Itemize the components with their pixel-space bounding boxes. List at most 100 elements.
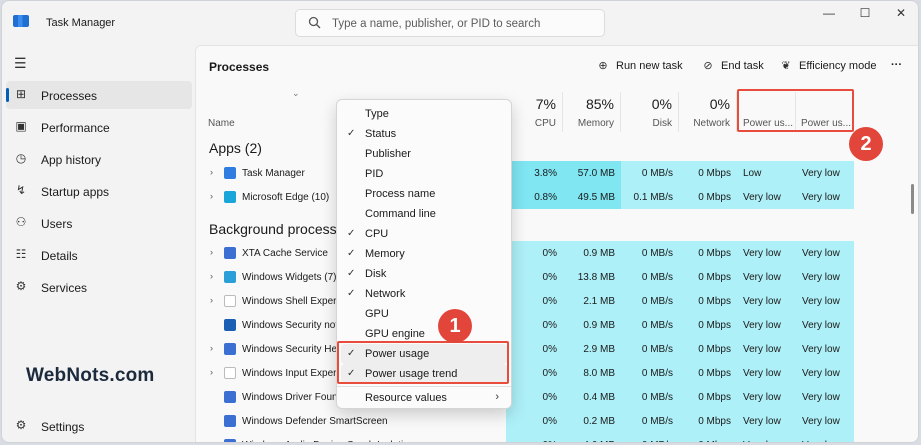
table-row[interactable]: › XTA Cache Service 0% 0.9 MB 0 MB/s 0 Mbps Ve… bbox=[196, 241, 896, 265]
page-title: Processes bbox=[209, 60, 270, 74]
sidebar-item-services[interactable]: ⚙ Services bbox=[6, 273, 192, 301]
cell-memory: 13.8 MB bbox=[563, 265, 621, 289]
menu-item-disk[interactable]: ✓ Disk bbox=[341, 264, 507, 284]
sidebar-item-settings[interactable]: ⚙ Settings bbox=[6, 412, 192, 440]
cell-disk: 0.1 MB/s bbox=[621, 185, 679, 209]
process-name: Windows Security noti bbox=[242, 320, 341, 331]
menu-item-type[interactable]: Type bbox=[341, 104, 507, 124]
column-header-memory[interactable]: 85% Memory bbox=[563, 92, 621, 132]
cell-power: Very low bbox=[737, 433, 796, 442]
menu-item-network[interactable]: ✓ Network bbox=[341, 284, 507, 304]
table-row[interactable]: › Windows Widgets (7) 0% 13.8 MB 0 MB/s 0 Mbp… bbox=[196, 265, 896, 289]
sidebar-item-processes[interactable]: ⊞ Processes bbox=[6, 81, 192, 109]
network-label: Network bbox=[693, 118, 730, 129]
title-bar: Task Manager Type a name, publisher, or … bbox=[2, 1, 918, 45]
cell-cpu: 0% bbox=[506, 241, 563, 265]
menu-item-gpu[interactable]: GPU bbox=[341, 304, 507, 324]
menu-item-label: Resource values bbox=[365, 392, 447, 404]
task-manager-window: Task Manager Type a name, publisher, or … bbox=[1, 0, 919, 443]
end-task-button[interactable]: ⊘ End task bbox=[701, 59, 763, 72]
maximize-button[interactable]: ☐ bbox=[854, 6, 876, 24]
column-header-network[interactable]: 0% Network bbox=[679, 92, 737, 132]
minimize-button[interactable]: — bbox=[818, 6, 840, 24]
watermark-logo: WebNots.com bbox=[26, 365, 155, 386]
cell-cpu: 0.8% bbox=[506, 185, 563, 209]
menu-item-publisher[interactable]: Publisher bbox=[341, 144, 507, 164]
table-row[interactable]: Windows Audio Device Graph Isolati 0%4.6 … bbox=[196, 433, 896, 442]
cell-disk: 0 MB/s bbox=[621, 265, 679, 289]
menu-item-command-line[interactable]: Command line bbox=[341, 204, 507, 224]
menu-separator bbox=[337, 386, 511, 387]
cell-cpu: 0% bbox=[506, 313, 563, 337]
services-icon: ⚙ bbox=[15, 279, 27, 293]
cell-memory: 0.2 MB bbox=[563, 409, 621, 433]
cell-trend: Very low bbox=[796, 361, 854, 385]
efficiency-mode-button[interactable]: ❦ Efficiency mode bbox=[779, 59, 876, 72]
cell-memory: 0.9 MB bbox=[563, 313, 621, 337]
sidebar-item-details[interactable]: ☷ Details bbox=[6, 241, 192, 269]
efficiency-mode-label: Efficiency mode bbox=[799, 60, 877, 72]
sidebar-item-users[interactable]: ⚇ Users bbox=[6, 209, 192, 237]
table-row[interactable]: › Windows Shell Experie 0% 2.1 MB 0 MB/s 0 Mb… bbox=[196, 289, 896, 313]
menu-item-resource-values[interactable]: Resource values › bbox=[341, 388, 507, 408]
expand-chevron-icon[interactable]: › bbox=[210, 295, 213, 305]
checkmark-icon: ✓ bbox=[347, 128, 356, 139]
hamburger-menu-icon[interactable]: ☰ bbox=[14, 55, 27, 72]
menu-item-process-name[interactable]: Process name bbox=[341, 184, 507, 204]
process-name: Windows Input Experie bbox=[242, 368, 345, 379]
search-input[interactable]: Type a name, publisher, or PID to search bbox=[295, 9, 605, 37]
menu-item-status[interactable]: ✓ Status bbox=[341, 124, 507, 144]
table-row[interactable]: › Microsoft Edge (10) 0.8% 49.5 MB 0.1 MB/s 0… bbox=[196, 185, 896, 209]
table-row[interactable]: › Windows Security Hea 0% 2.9 MB 0 MB/s 0 Mbp… bbox=[196, 337, 896, 361]
annotation-badge-1: 1 bbox=[438, 309, 472, 343]
menu-item-cpu[interactable]: ✓ CPU bbox=[341, 224, 507, 244]
checkmark-icon: ✓ bbox=[347, 288, 356, 299]
table-row[interactable]: Windows Security noti 0% 0.9 MB 0 MB/s 0 Mbp… bbox=[196, 313, 896, 337]
blank-icon bbox=[224, 367, 236, 379]
run-new-task-button[interactable]: ⊕ Run new task bbox=[596, 59, 683, 72]
cpu-label: CPU bbox=[534, 118, 556, 129]
app-window-icon bbox=[224, 415, 236, 427]
sort-chevron-icon[interactable]: ⌄ bbox=[292, 88, 300, 99]
cell-memory: 49.5 MB bbox=[563, 185, 621, 209]
menu-item-label: Type bbox=[365, 108, 389, 120]
menu-item-pid[interactable]: PID bbox=[341, 164, 507, 184]
vertical-scrollbar[interactable] bbox=[911, 184, 914, 214]
cell-power: Very low bbox=[737, 337, 796, 361]
column-header-disk[interactable]: 0% Disk bbox=[621, 92, 679, 132]
cell-memory: 4.6 MB bbox=[563, 433, 621, 442]
run-new-task-label: Run new task bbox=[616, 60, 683, 72]
sidebar-item-app-history[interactable]: ◷ App history bbox=[6, 145, 192, 173]
table-row[interactable]: Windows Driver Found 0% 0.4 MB 0 MB/s 0 Mbps… bbox=[196, 385, 896, 409]
process-name: Windows Audio Device Graph Isolati bbox=[242, 440, 403, 442]
close-button[interactable]: ✕ bbox=[890, 6, 912, 24]
sidebar-item-startup-apps[interactable]: ↯ Startup apps bbox=[6, 177, 192, 205]
submenu-chevron-icon: › bbox=[495, 391, 499, 403]
sidebar-item-label: Settings bbox=[41, 420, 85, 434]
expand-chevron-icon[interactable]: › bbox=[210, 167, 213, 177]
column-header-name[interactable]: Name bbox=[208, 118, 235, 129]
app-window-icon bbox=[224, 343, 236, 355]
processes-icon: ⊞ bbox=[15, 87, 27, 101]
table-row[interactable]: Windows Defender SmartScreen 0% 0.2 MB 0 MB… bbox=[196, 409, 896, 433]
process-name: Windows Driver Found bbox=[242, 392, 344, 403]
app-history-icon: ◷ bbox=[15, 151, 27, 165]
expand-chevron-icon[interactable]: › bbox=[210, 271, 213, 281]
cell-network: 0 Mbps bbox=[679, 289, 737, 313]
table-row[interactable]: › Task Manager 3.8% 57.0 MB 0 MB/s 0 Mbps Low V… bbox=[196, 161, 896, 185]
cell-power: Very low bbox=[737, 265, 796, 289]
process-name: XTA Cache Service bbox=[242, 248, 328, 259]
expand-chevron-icon[interactable]: › bbox=[210, 247, 213, 257]
blank-icon bbox=[224, 295, 236, 307]
sidebar-item-performance[interactable]: ▣ Performance bbox=[6, 113, 192, 141]
cell-cpu: 0% bbox=[506, 289, 563, 313]
expand-chevron-icon[interactable]: › bbox=[210, 367, 213, 377]
more-options-button[interactable]: ··· bbox=[891, 59, 902, 71]
task-manager-app-icon bbox=[13, 15, 29, 27]
table-row[interactable]: › Windows Input Experie 0% 8.0 MB 0 MB/s 0 Mb… bbox=[196, 361, 896, 385]
menu-item-memory[interactable]: ✓ Memory bbox=[341, 244, 507, 264]
expand-chevron-icon[interactable]: › bbox=[210, 343, 213, 353]
cell-disk: 0 MB/s bbox=[621, 241, 679, 265]
expand-chevron-icon[interactable]: › bbox=[210, 191, 213, 201]
column-header-cpu[interactable]: 7% CPU bbox=[506, 92, 563, 132]
